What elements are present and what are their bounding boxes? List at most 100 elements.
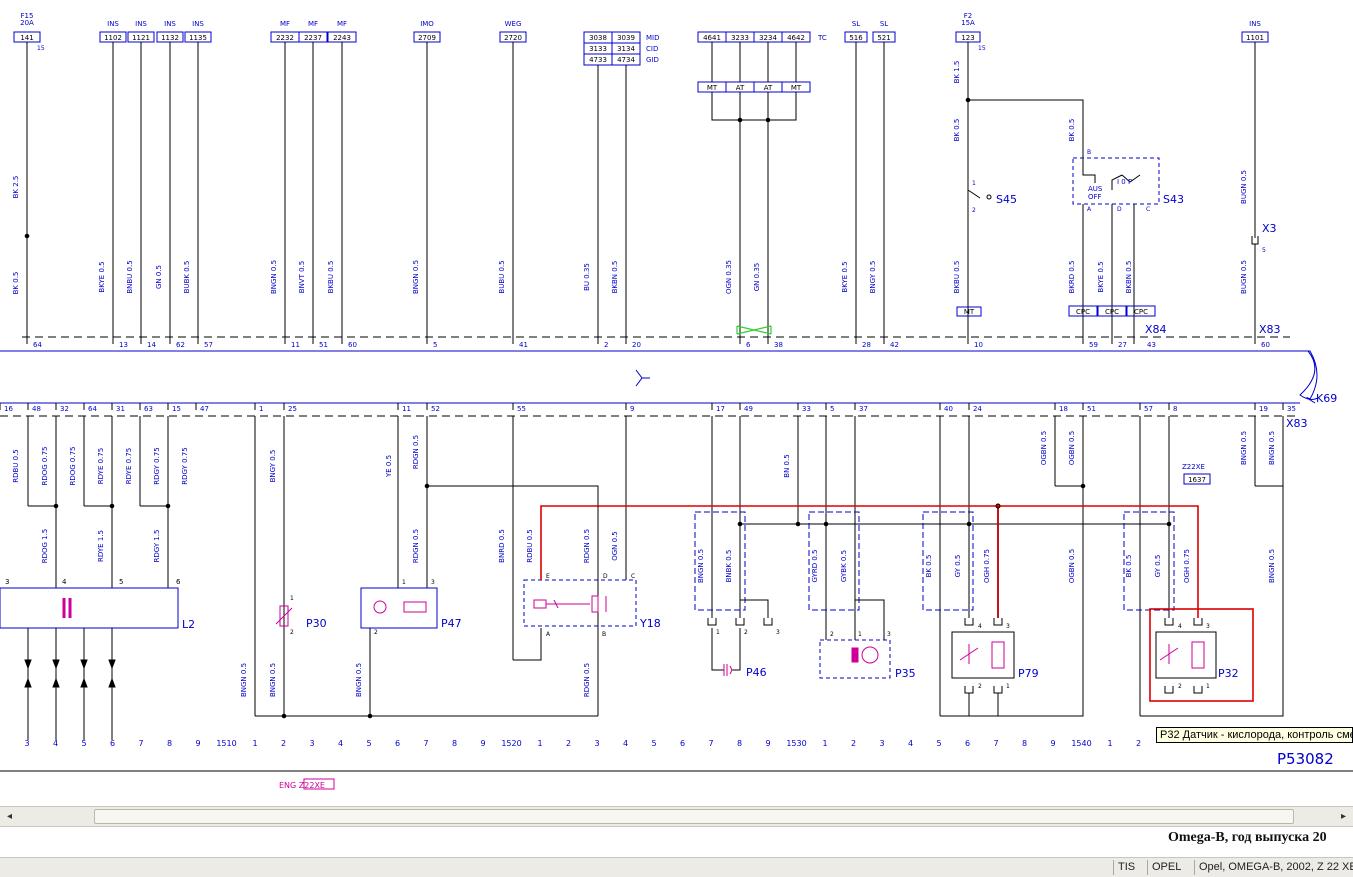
ruler-number: 5	[81, 739, 86, 748]
wire-color-label: BNBU 0.5	[126, 260, 134, 293]
p79-connector	[964, 618, 1003, 626]
junction-dot	[765, 117, 771, 123]
scrollbar-thumb[interactable]	[94, 809, 1294, 824]
pin-number: 10	[974, 341, 983, 349]
ruler-number: 1	[252, 739, 257, 748]
ruler-number: 3	[24, 739, 29, 748]
k69-transistor-icon	[635, 369, 650, 387]
wire-color-label: BNGN 0.5	[269, 663, 277, 697]
ruler-number: 9	[765, 739, 770, 748]
p79-pin: 4	[978, 623, 982, 630]
pin-number: 16	[4, 405, 13, 413]
status-vehicle: Opel, OMEGA-B, 2002, Z 22 XE	[1194, 860, 1353, 875]
y18-outline	[523, 579, 637, 627]
y18-coil	[533, 599, 547, 609]
wire-color-label: RDGN 0.5	[583, 663, 591, 697]
wire-color-label: BNBK 0.5	[725, 550, 733, 583]
pin-number: 41	[519, 341, 528, 349]
wire-color-label: OGH 0.75	[983, 549, 991, 583]
p46-pin: 2	[744, 629, 748, 636]
p79-label: P79	[1018, 667, 1039, 680]
wire-color-label: RDGY 1.5	[153, 530, 161, 563]
pin-number: 11	[291, 341, 300, 349]
ruler-number: 4	[338, 739, 343, 748]
x83-bottom-label: X83	[1286, 417, 1308, 430]
z22xe-tag: Z22XE	[1182, 463, 1205, 471]
ruler-number: 2	[281, 739, 286, 748]
wire-color-label: OGBN 0.5	[1068, 549, 1076, 583]
ruler-number: 1	[537, 739, 542, 748]
pin-number: 5	[433, 341, 437, 349]
wire-color-label: GY 0.5	[954, 555, 962, 578]
wire-color-label: BKBU 0.5	[953, 261, 961, 294]
wire-color-label: BNGN 0.5	[1268, 549, 1276, 583]
pin-number: 64	[33, 341, 42, 349]
ref-code: 1135	[189, 34, 207, 42]
heater-feed-highlight	[540, 505, 1199, 618]
ref-tag: MF	[280, 20, 290, 28]
wire-color-label: BNGN 0.5	[240, 663, 248, 697]
y18-wire	[513, 628, 542, 661]
horizontal-scrollbar[interactable]: ◂ ▸	[0, 806, 1353, 827]
pin-number: 47	[200, 405, 209, 413]
p47-pin3: 3	[431, 579, 435, 586]
scroll-left-arrow[interactable]: ◂	[1, 808, 18, 825]
p35-sensor-icon	[861, 646, 879, 664]
cpc-tag: CPC	[1076, 308, 1090, 316]
arrow-up-icon	[52, 677, 60, 688]
arrow-down-icon	[52, 659, 60, 670]
s43-feed	[968, 99, 1084, 170]
ruler-number: 2	[851, 739, 856, 748]
ref-tag: SL	[852, 20, 860, 28]
wire-color-label: BNGY 0.5	[869, 261, 877, 294]
p47-motor-icon	[373, 600, 387, 614]
wire-color-label: BK 0.5	[925, 555, 933, 578]
ref-code: 516	[849, 34, 863, 42]
l2-pin: 3	[5, 578, 9, 586]
ruler-number: 1510	[216, 739, 236, 748]
wire-color-label: GN 0.35	[753, 263, 761, 291]
s43-pin-a: A	[1087, 206, 1092, 213]
ref-tag: INS	[164, 20, 176, 28]
ruler-number: 1520	[501, 739, 521, 748]
ref-code: 2243	[333, 34, 351, 42]
p79-pin: 2	[978, 683, 982, 690]
pin-number: 18	[1059, 405, 1068, 413]
p32-pin: 1	[1206, 683, 1210, 690]
eng-tag: ENG Z22XE	[279, 781, 325, 790]
p35-label: P35	[895, 667, 916, 680]
l2-pin: 6	[176, 578, 181, 586]
ruler-number: 1	[1107, 739, 1112, 748]
component-tooltip: P32 Датчик - кислорода, контроль сме	[1156, 727, 1353, 743]
scroll-right-arrow[interactable]: ▸	[1335, 808, 1352, 825]
wire-color-label: BK 0.5	[953, 119, 961, 142]
wire-color-label: RDOG 1.5	[41, 529, 49, 564]
ruler-number: 6	[395, 739, 400, 748]
pin-number: 63	[144, 405, 153, 413]
junction-dot	[109, 503, 115, 509]
ruler-number: 5	[651, 739, 656, 748]
wire-color-label: RDGY 0.75	[153, 447, 161, 484]
x3-label: X3	[1262, 222, 1277, 235]
p32-box	[1155, 631, 1217, 679]
wire-color-label: GY 0.5	[1154, 555, 1162, 578]
status-bar: TIS OPEL Opel, OMEGA-B, 2002, Z 22 XE	[0, 857, 1353, 877]
pin-number: 28	[862, 341, 871, 349]
s45-pin1: 1	[972, 180, 976, 187]
mid-code: 3038	[589, 34, 607, 42]
status-app: TIS	[1113, 860, 1150, 875]
pin-number: 6	[746, 341, 751, 349]
wire-color-label: BKBU 0.5	[327, 261, 335, 294]
ruler-number: 2	[1136, 739, 1141, 748]
p46-pin: 3	[776, 629, 780, 636]
ref-code: 2709	[418, 34, 436, 42]
pin-number: 24	[973, 405, 982, 413]
junction-dot	[165, 503, 171, 509]
tc-mode: MT	[791, 84, 802, 92]
wire-color-label: BK 0.5	[1125, 555, 1133, 578]
wire-color-label: BNVT 0.5	[298, 261, 306, 293]
fuse-f15-code: 141	[20, 34, 33, 42]
ref-tag: MF	[337, 20, 347, 28]
junction-dot	[24, 233, 30, 239]
pin-number: 1	[259, 405, 263, 413]
